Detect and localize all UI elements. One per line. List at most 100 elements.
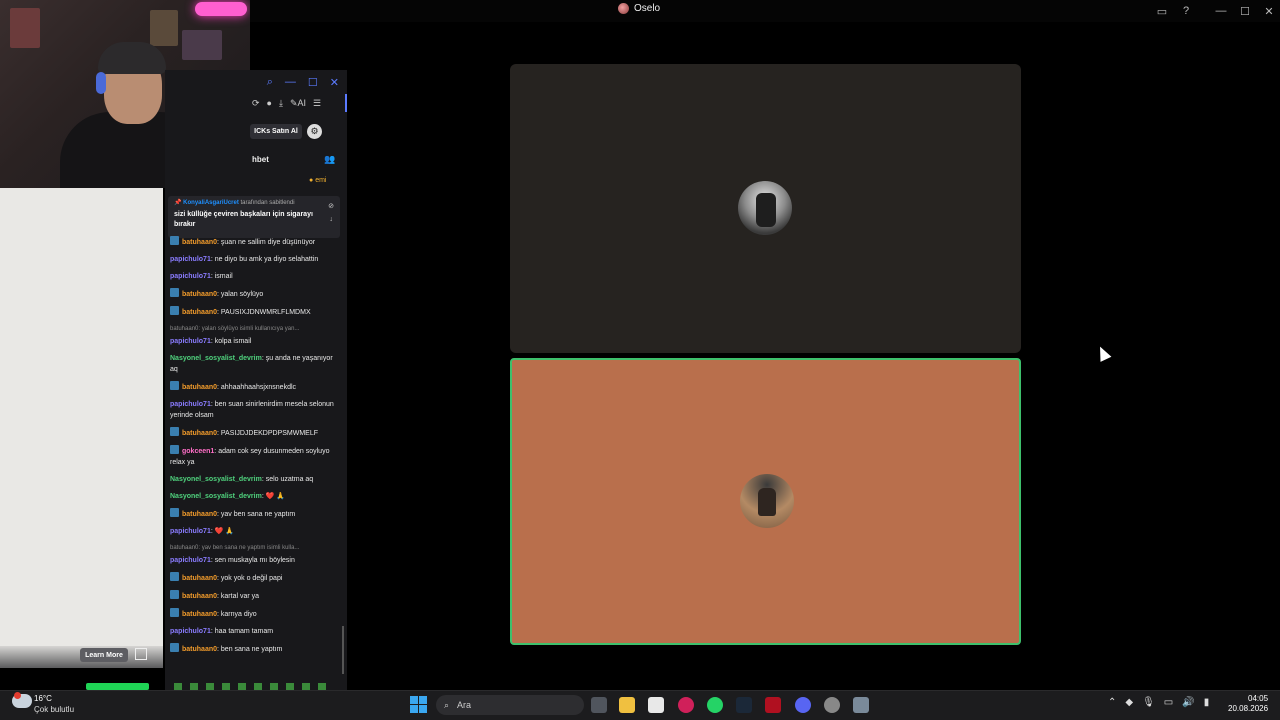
learn-more-button[interactable]: Learn More <box>80 648 128 662</box>
chat-username[interactable]: batuhaan0 <box>182 430 217 437</box>
app-circle-icon[interactable] <box>824 697 840 713</box>
chat-text: karnya diyo <box>220 611 257 618</box>
chat-username[interactable]: Nasyonel_sosyalist_devrim <box>170 476 262 483</box>
sub-badge-icon <box>170 643 179 652</box>
chat-username[interactable]: batuhaan0 <box>182 511 217 518</box>
chat-username[interactable]: papichulo71 <box>170 401 211 408</box>
picture-in-picture-icon[interactable]: ▭ <box>1153 2 1171 20</box>
whatsapp-icon[interactable] <box>707 697 723 713</box>
chat-text: kolpa ismail <box>214 338 252 345</box>
pinned-message: 📌 KonyaliAsgariUcret tarafından sabitlen… <box>168 196 340 238</box>
chat-username[interactable]: papichulo71 <box>170 338 211 345</box>
title-bar <box>250 0 1280 22</box>
ai-button[interactable]: ✎AI <box>290 98 306 109</box>
tray-app-icon[interactable]: ◆ <box>1125 697 1133 708</box>
sub-badge-icon <box>170 427 179 436</box>
chat-username[interactable]: papichulo71 <box>170 628 211 635</box>
download-icon[interactable]: ⤓ <box>279 98 283 109</box>
chat-username[interactable]: batuhaan0 <box>182 575 217 582</box>
headset-icon <box>96 72 106 94</box>
sub-badge-icon <box>170 608 179 617</box>
battery-icon[interactable]: ▮ <box>1204 697 1210 708</box>
app-logo-icon <box>618 3 629 14</box>
opponent-avatar[interactable] <box>738 181 792 235</box>
chat-message: batuhaan0: PASIJDJDEKDPDPSMWMELF <box>170 427 340 439</box>
search-placeholder: Ara <box>457 700 472 710</box>
menu-icon[interactable]: ☰ <box>313 98 321 109</box>
chat-text: PAUSIXJDNWMRLFLMDMX <box>220 309 311 316</box>
buy-button[interactable]: ICKs Satın Al <box>250 124 302 139</box>
chat-username[interactable]: papichulo71 <box>170 256 211 263</box>
chat-username[interactable]: gokceen1 <box>182 448 214 455</box>
unpin-icon[interactable]: ⊘ <box>328 200 334 213</box>
display-icon[interactable]: ▭ <box>1164 697 1173 708</box>
windows-start-icon[interactable] <box>410 696 427 713</box>
chat-text: kartal var ya <box>220 593 260 600</box>
chat-scrollbar[interactable] <box>342 626 344 674</box>
users-icon[interactable]: 👥 <box>324 154 335 165</box>
chat-message: papichulo71: kolpa ismail <box>170 338 252 345</box>
chat-username[interactable]: Nasyonel_sosyalist_devrim <box>170 355 262 362</box>
close-button[interactable]: ✕ <box>1260 2 1278 20</box>
sub-badge-icon <box>170 306 179 315</box>
chat-text: sen muskayla mı böylesin <box>214 557 295 564</box>
temperature[interactable]: 16°C <box>34 694 52 703</box>
chat-title: hbet <box>252 155 269 164</box>
chat-username[interactable]: batuhaan0 <box>182 309 217 316</box>
steam-icon[interactable] <box>736 697 752 713</box>
settings-icon[interactable]: ⚙ <box>307 124 322 139</box>
app-red-icon[interactable] <box>765 697 781 713</box>
player-avatar[interactable] <box>740 474 794 528</box>
user-icon[interactable]: ● <box>267 98 272 108</box>
opera-icon[interactable] <box>678 697 694 713</box>
sub-badge-icon <box>170 572 179 581</box>
player-panel-active <box>510 358 1021 645</box>
store-icon[interactable] <box>648 697 664 713</box>
search-icon[interactable]: ⌕ <box>267 76 273 89</box>
chat-username[interactable]: papichulo71 <box>170 528 211 535</box>
chat-message: Nasyonel_sosyalist_devrim: selo uzatma a… <box>170 476 314 483</box>
close-icon[interactable]: ✕ <box>330 76 339 89</box>
chat-username[interactable]: Nasyonel_sosyalist_devrim <box>170 493 262 500</box>
discord-icon[interactable] <box>795 697 811 713</box>
chat-text: ❤️ 🙏 <box>265 493 286 500</box>
sub-badge-icon <box>170 590 179 599</box>
refresh-icon[interactable]: ⟳ <box>252 98 260 109</box>
system-tray: ⌃ ◆ 🎙 ▭ 🔊 ▮ <box>1108 697 1209 708</box>
coin-icon: ● <box>309 177 314 184</box>
settings-app-icon[interactable] <box>853 697 869 713</box>
chat-username[interactable]: papichulo71 <box>170 557 211 564</box>
chat-message: gokceen1: adam cok sey dusunmeden soyluy… <box>170 445 340 468</box>
pinned-by-user[interactable]: KonyaliAsgariUcret <box>183 200 239 206</box>
chat-username[interactable]: batuhaan0 <box>182 593 217 600</box>
maximize-button[interactable]: ☐ <box>1236 2 1254 20</box>
chat-username[interactable]: batuhaan0 <box>182 384 217 391</box>
pin-icon: 📌 <box>174 200 182 206</box>
file-explorer-icon[interactable] <box>619 697 635 713</box>
maximize-icon[interactable]: ☐ <box>308 76 318 89</box>
chat-username[interactable]: batuhaan0 <box>182 611 217 618</box>
microphone-icon[interactable]: 🎙 <box>1142 697 1155 708</box>
chat-username[interactable]: papichulo71 <box>170 273 211 280</box>
expand-down-icon[interactable]: ↓ <box>328 213 334 226</box>
minimize-button[interactable]: — <box>1212 2 1230 20</box>
channel-points[interactable]: ● emi <box>309 177 326 184</box>
chat-username[interactable]: batuhaan0 <box>182 291 217 298</box>
task-view-icon[interactable] <box>591 697 607 713</box>
fullscreen-icon[interactable] <box>135 648 147 660</box>
taskbar <box>0 690 1280 720</box>
minimize-icon[interactable]: — <box>285 76 296 88</box>
chat-message: papichulo71: ❤️ 🙏 <box>170 528 235 535</box>
green-bar <box>86 683 149 690</box>
chat-username[interactable]: batuhaan0 <box>182 239 217 246</box>
help-icon[interactable]: ? <box>1177 2 1195 20</box>
chat-username[interactable]: batuhaan0 <box>182 646 217 653</box>
sub-badge-icon <box>170 236 179 245</box>
volume-icon[interactable]: 🔊 <box>1182 697 1194 708</box>
clock[interactable]: 04:05 20.08.2026 <box>1228 694 1268 714</box>
taskbar-search[interactable]: ⌕ Ara <box>436 695 584 715</box>
chat-text: ne diyo bu amk ya diyo selahattin <box>214 256 319 263</box>
chevron-up-icon[interactable]: ⌃ <box>1108 697 1116 708</box>
emote-strip <box>174 683 334 690</box>
weather-text[interactable]: Çok bulutlu <box>34 705 74 714</box>
